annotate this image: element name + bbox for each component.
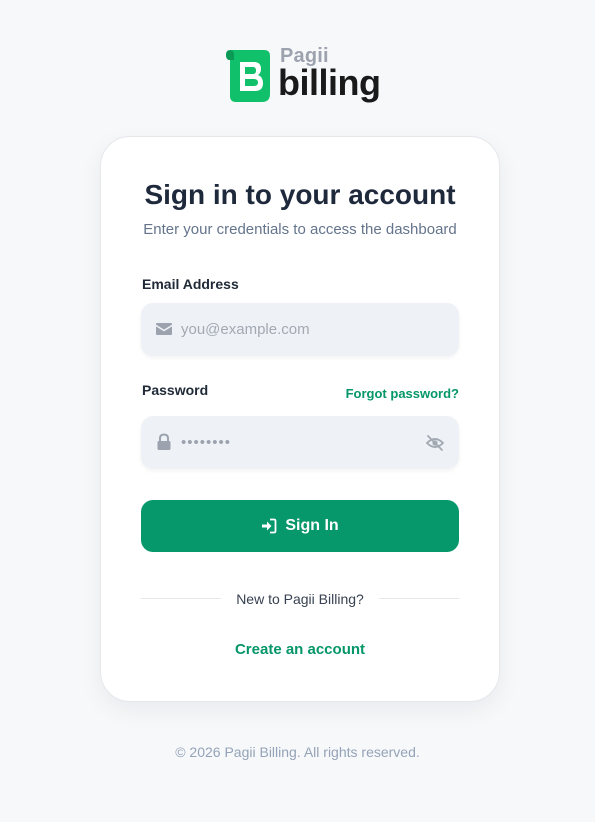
scroll-b-logo-icon [226, 50, 270, 102]
envelope-icon [156, 323, 172, 335]
app-logo: Pagii billing [222, 44, 382, 106]
password-field[interactable] [141, 416, 459, 469]
divider: New to Pagii Billing? [141, 591, 459, 607]
email-field[interactable] [141, 303, 459, 356]
sign-in-icon [262, 518, 277, 534]
lock-icon [157, 433, 171, 450]
page-subtitle: Enter your credentials to access the das… [143, 221, 457, 238]
brand-name-large: billing [278, 62, 381, 103]
divider-text: New to Pagii Billing? [236, 591, 364, 607]
page-title: Sign in to your account [144, 179, 456, 210]
footer-copyright: © 2026 Pagii Billing. All rights reserve… [175, 744, 420, 760]
email-label: Email Address [142, 276, 239, 292]
password-input[interactable] [181, 416, 411, 469]
email-input[interactable] [181, 303, 411, 356]
forgot-password-link[interactable]: Forgot password? [346, 386, 459, 401]
sign-in-label: Sign In [285, 517, 339, 534]
create-account-link[interactable]: Create an account [101, 641, 499, 658]
sign-in-button[interactable]: Sign In [141, 500, 459, 552]
eye-slash-icon[interactable] [425, 433, 445, 453]
login-card: Sign in to your account Enter your crede… [100, 136, 500, 702]
password-label: Password [142, 382, 209, 398]
divider-line-right [379, 598, 459, 599]
